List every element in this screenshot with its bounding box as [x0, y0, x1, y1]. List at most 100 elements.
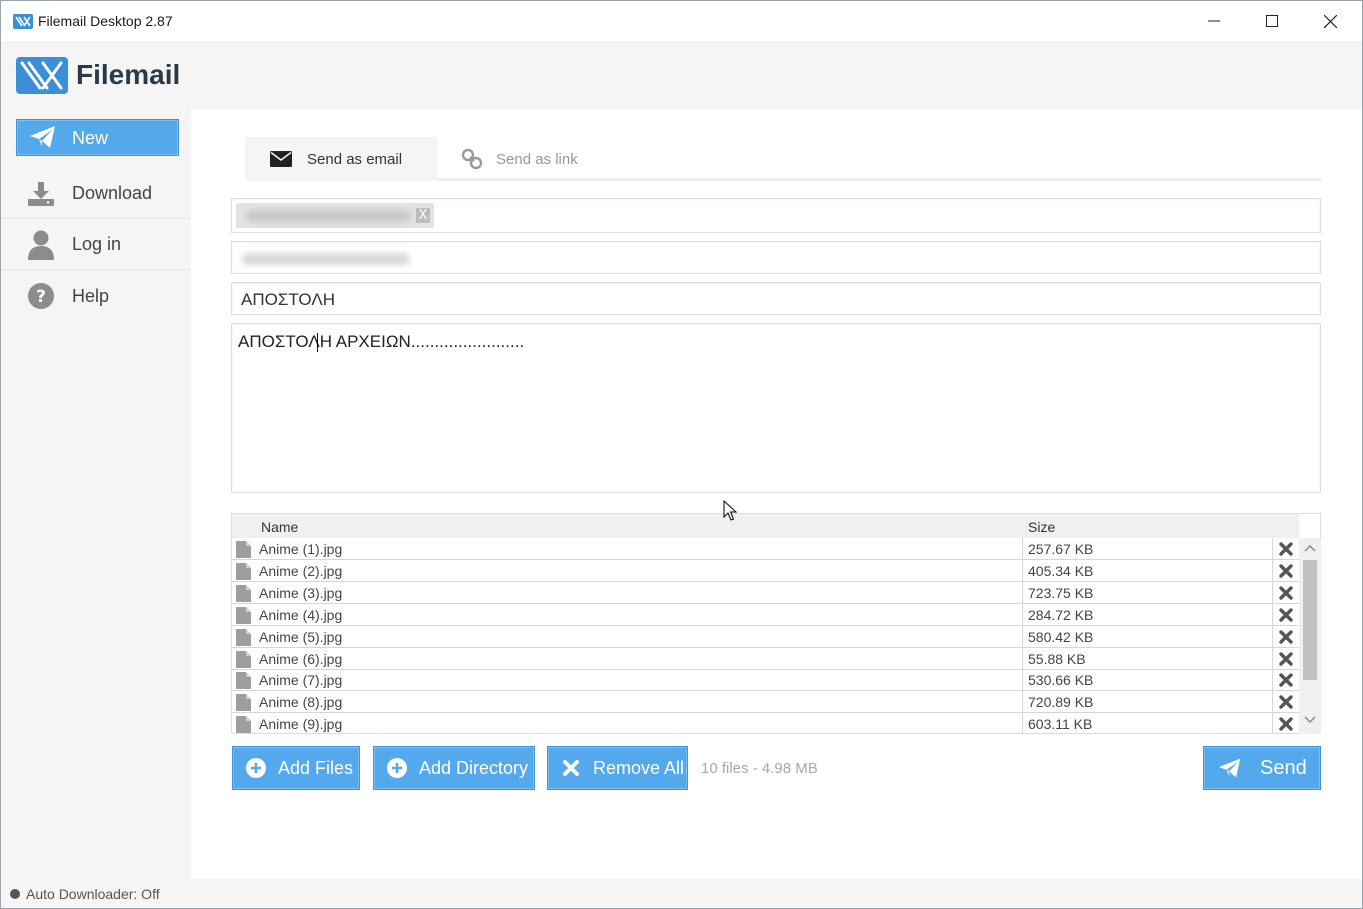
file-name: Anime (7).jpg [259, 672, 343, 688]
send-label: Send [1260, 756, 1307, 779]
table-row[interactable]: Anime (5).jpg 580.42 KB [232, 626, 1299, 648]
envelope-icon [269, 149, 293, 169]
delete-x-icon [1279, 563, 1293, 578]
delete-x-icon [1279, 651, 1293, 666]
delete-x-icon [1279, 607, 1293, 622]
scroll-up-arrow-icon[interactable] [1304, 544, 1316, 552]
filemail-app-icon [13, 14, 33, 29]
file-name: Anime (3).jpg [259, 585, 343, 601]
delete-x-icon [1279, 541, 1293, 556]
table-row[interactable]: Anime (1).jpg 257.67 KB [232, 538, 1299, 560]
title-bar: Filemail Desktop 2.87 [1, 1, 1362, 41]
table-row[interactable]: Anime (6).jpg 55.88 KB [232, 648, 1299, 670]
delete-x-icon [1279, 585, 1293, 600]
column-header-name[interactable]: Name [261, 519, 298, 535]
sidebar: New Download Log in ? Help [1, 109, 191, 879]
file-size: 530.66 KB [1022, 669, 1272, 690]
file-summary: 10 files - 4.98 MB [701, 760, 818, 777]
file-icon [236, 651, 251, 668]
remove-all-button[interactable]: Remove All [547, 746, 688, 790]
minimize-icon [1208, 20, 1220, 22]
table-row[interactable]: Anime (9).jpg 603.11 KB [232, 713, 1299, 735]
file-icon [236, 541, 251, 558]
sidebar-item-label: Help [72, 285, 110, 306]
delete-x-icon [1279, 716, 1293, 731]
tab-send-as-link[interactable]: Send as link [460, 137, 610, 181]
remove-file-button[interactable] [1272, 691, 1299, 712]
file-name: Anime (6).jpg [259, 651, 343, 667]
minimize-button[interactable] [1185, 1, 1243, 41]
remove-recipient-button[interactable]: X [416, 208, 430, 223]
close-button[interactable] [1301, 1, 1359, 41]
scroll-down-arrow-icon[interactable] [1304, 716, 1316, 724]
scrollbar-thumb[interactable] [1303, 560, 1317, 680]
table-row[interactable]: Anime (7).jpg 530.66 KB [232, 669, 1299, 691]
status-indicator-icon [10, 889, 20, 899]
maximize-button[interactable] [1243, 1, 1301, 41]
app-window: Filemail Desktop 2.87 Filemail New Downl… [0, 0, 1363, 909]
tab-send-as-email[interactable]: Send as email [245, 137, 437, 181]
recipient-chip: X [236, 203, 434, 228]
column-header-size[interactable]: Size [1028, 519, 1055, 535]
auto-downloader-status[interactable]: Auto Downloader: Off [26, 886, 160, 902]
remove-file-button[interactable] [1272, 560, 1299, 581]
sidebar-item-label: Log in [72, 234, 122, 254]
remove-file-button[interactable] [1272, 713, 1299, 734]
remove-file-button[interactable] [1272, 669, 1299, 690]
close-x-icon [561, 758, 581, 778]
file-size: 603.11 KB [1022, 713, 1272, 734]
remove-file-button[interactable] [1272, 626, 1299, 647]
redacted-email [246, 210, 411, 222]
file-size: 720.89 KB [1022, 691, 1272, 712]
link-icon [460, 148, 484, 170]
delete-x-icon [1279, 694, 1293, 709]
subject-value: ΑΠΟΣΤΟΛΗ [241, 290, 335, 309]
table-row[interactable]: Anime (4).jpg 284.72 KB [232, 604, 1299, 626]
add-files-button[interactable]: Add Files [232, 746, 360, 790]
paper-plane-icon [1218, 758, 1242, 778]
filemail-logo-icon [16, 57, 68, 94]
recipient-field[interactable]: X [231, 198, 1321, 233]
table-row[interactable]: Anime (2).jpg 405.34 KB [232, 560, 1299, 582]
sidebar-item-download[interactable]: Download [1, 169, 191, 219]
remove-file-button[interactable] [1272, 604, 1299, 625]
file-list-scrollbar[interactable] [1299, 538, 1321, 734]
table-row[interactable]: Anime (3).jpg 723.75 KB [232, 582, 1299, 604]
tab-label: Send as email [307, 150, 403, 168]
subject-field[interactable]: ΑΠΟΣΤΟΛΗ [231, 282, 1321, 315]
download-icon [27, 180, 55, 208]
file-icon [236, 716, 251, 733]
main-panel: Send as email Send as link X ΑΠΟΣΤΟΛΗ ΑΠ… [191, 109, 1362, 879]
file-size: 55.88 KB [1022, 648, 1272, 669]
table-row[interactable]: Anime (8).jpg 720.89 KB [232, 691, 1299, 713]
user-icon [27, 230, 55, 260]
delete-x-icon [1279, 672, 1293, 687]
sidebar-item-help[interactable]: ? Help [1, 271, 191, 321]
header: Filemail [1, 41, 1362, 109]
remove-file-button[interactable] [1272, 582, 1299, 603]
maximize-icon [1266, 15, 1278, 27]
send-button[interactable]: Send [1203, 746, 1321, 790]
file-icon [236, 694, 251, 711]
message-value: ΑΠΟΣΤΟΛΗ ΑΡΧΕΙΩΝ........................ [238, 332, 525, 351]
sidebar-item-new[interactable]: New [16, 119, 179, 156]
file-icon [236, 585, 251, 602]
status-bar: Auto Downloader: Off [1, 879, 1362, 908]
delete-x-icon [1279, 629, 1293, 644]
redacted-email [242, 253, 410, 265]
file-size: 580.42 KB [1022, 626, 1272, 647]
sidebar-item-login[interactable]: Log in [1, 220, 191, 270]
sender-email-field[interactable] [231, 241, 1321, 274]
file-size: 284.72 KB [1022, 604, 1272, 625]
logo-text: Filemail [76, 59, 181, 90]
send-mode-tabs: Send as email Send as link [245, 137, 1321, 181]
file-icon [236, 629, 251, 646]
file-icon [236, 563, 251, 580]
paper-plane-icon [29, 125, 57, 154]
sidebar-item-label: New [72, 128, 109, 148]
message-field[interactable]: ΑΠΟΣΤΟΛΗ ΑΡΧΕΙΩΝ........................ [231, 323, 1321, 493]
add-directory-label: Add Directory [419, 757, 529, 778]
add-directory-button[interactable]: Add Directory [373, 746, 535, 790]
remove-file-button[interactable] [1272, 648, 1299, 669]
remove-file-button[interactable] [1272, 538, 1299, 559]
